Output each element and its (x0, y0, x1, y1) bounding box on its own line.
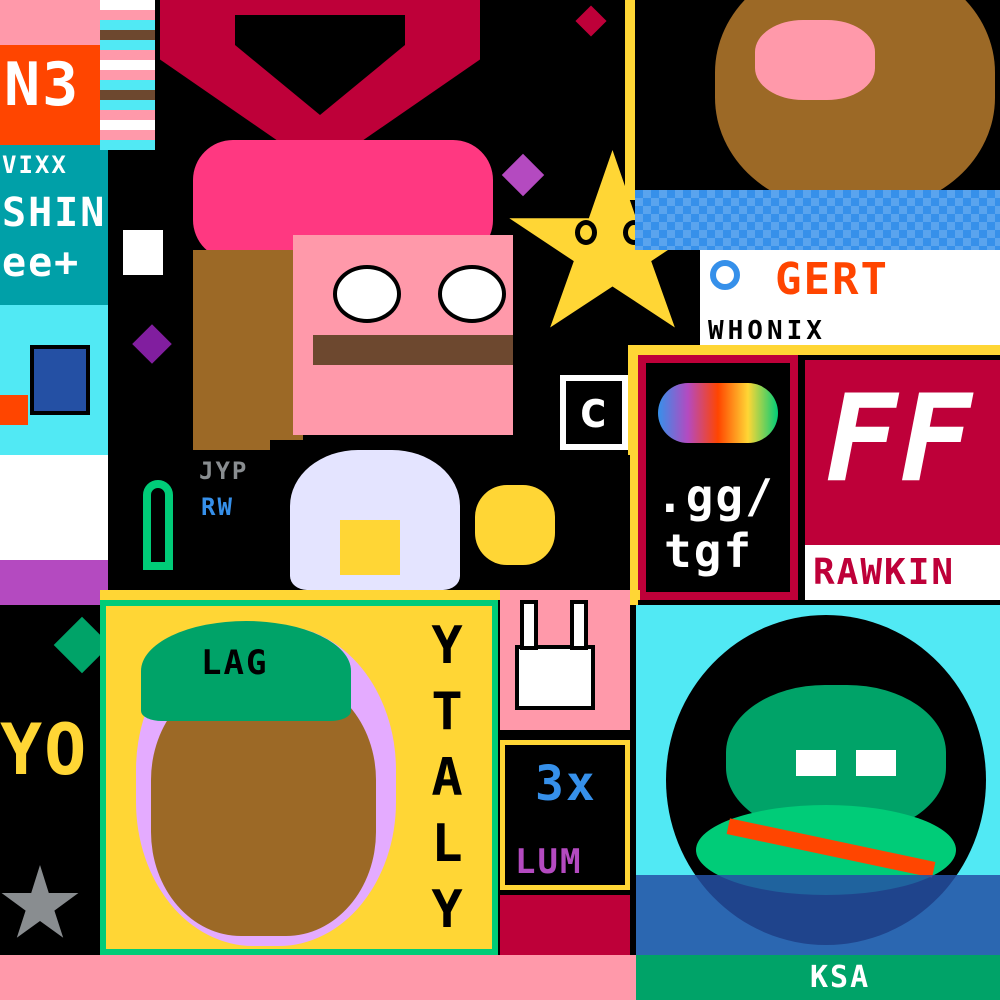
flower-column (108, 150, 193, 590)
gert-text: GERT (775, 254, 889, 305)
bottom-strip: KSA (0, 955, 1000, 1000)
ksa-text: KSA (810, 960, 871, 995)
bunny-head (515, 645, 595, 710)
colorful-ring-logo-icon (658, 383, 778, 443)
top-left-orange-block: N3 (0, 0, 100, 145)
owl-icon (30, 345, 90, 415)
top-left-word: N3 (4, 50, 81, 120)
vixx-shinee-panel: VIXX SHIN ee+ (0, 145, 108, 305)
blue-check-strip (635, 190, 1000, 250)
right-eye (438, 265, 506, 323)
frog-mouth (313, 335, 513, 365)
star-eye-left (575, 220, 597, 245)
ggl-tgf-panel: .gg/ tgf (638, 355, 798, 600)
gray-star-icon (1, 865, 79, 938)
jyp-rw-panel: JYP RW (193, 455, 273, 540)
ytaly-text: YTALY (417, 616, 477, 946)
bearded-man-face-icon (635, 0, 1000, 250)
magnifier-icon (710, 260, 740, 290)
ee-text: ee+ (2, 240, 81, 286)
lum-text: LUM (515, 842, 583, 882)
gert-whonix-panel: GERT WHONIX (700, 250, 1000, 350)
jyp-text: JYP (199, 457, 249, 485)
white-bunny-icon (500, 590, 630, 730)
ggl-text: .gg/ (656, 469, 775, 523)
rw-text: RW (201, 493, 234, 521)
vixx-text: VIXX (2, 151, 68, 179)
ff-text: FF (825, 370, 974, 509)
c-letter-tile: c (560, 375, 628, 450)
stripe-column (100, 0, 155, 150)
anime-face (340, 520, 400, 575)
orange-flame-icon (0, 395, 28, 425)
man-pink-cheek (755, 20, 875, 100)
pink-bow-frog-icon (193, 140, 523, 460)
red-heart-icon (575, 5, 607, 37)
lum-small-text: 3x (535, 756, 597, 812)
bunny-ear-left (520, 600, 538, 650)
skull-icon (123, 230, 163, 275)
left-eye (333, 265, 401, 323)
rawkin-text: RAWKIN (813, 552, 956, 593)
frog-eye-right (856, 750, 896, 776)
yellow-cat-icon (475, 485, 555, 565)
man-with-green-cap-icon: LAG YTALY (100, 600, 498, 955)
tgf-text: tgf (664, 524, 754, 578)
frog-eye-left (796, 750, 836, 776)
white-haired-anime-face-icon (270, 440, 470, 590)
yo-text: YO (0, 709, 89, 791)
shin-text: SHIN (2, 190, 107, 236)
colorful-mixed-panel (470, 455, 630, 595)
whonix-text: WHONIX (708, 316, 826, 346)
ff-rawkin-panel: FF RAWKIN (805, 360, 1000, 600)
lavender-bar (0, 560, 108, 605)
blue-water (636, 875, 1000, 955)
ggl-inner: .gg/ tgf (646, 363, 790, 592)
left-blue-character-panel (0, 305, 108, 455)
superman-logo-icon (160, 0, 480, 150)
c-letter: c (578, 381, 611, 439)
white-text-band (0, 0, 100, 45)
lum-panel: 3x LUM (500, 740, 630, 890)
brown-hair (193, 250, 303, 450)
left-black-yo-panel: YO (0, 605, 108, 955)
left-white-text-panel (0, 455, 108, 605)
green-ribbon-icon (143, 480, 173, 570)
bunny-ear-right (570, 600, 588, 650)
purple-heart-icon (132, 324, 172, 364)
green-frog-face-icon (636, 605, 1000, 955)
lag-text: LAG (201, 643, 269, 683)
pixel-art-canvas: N3 VIXX SHIN ee+ YO GERT WHONIX c .gg/ t… (0, 0, 1000, 1000)
gold-divider-horizontal (636, 345, 1000, 355)
